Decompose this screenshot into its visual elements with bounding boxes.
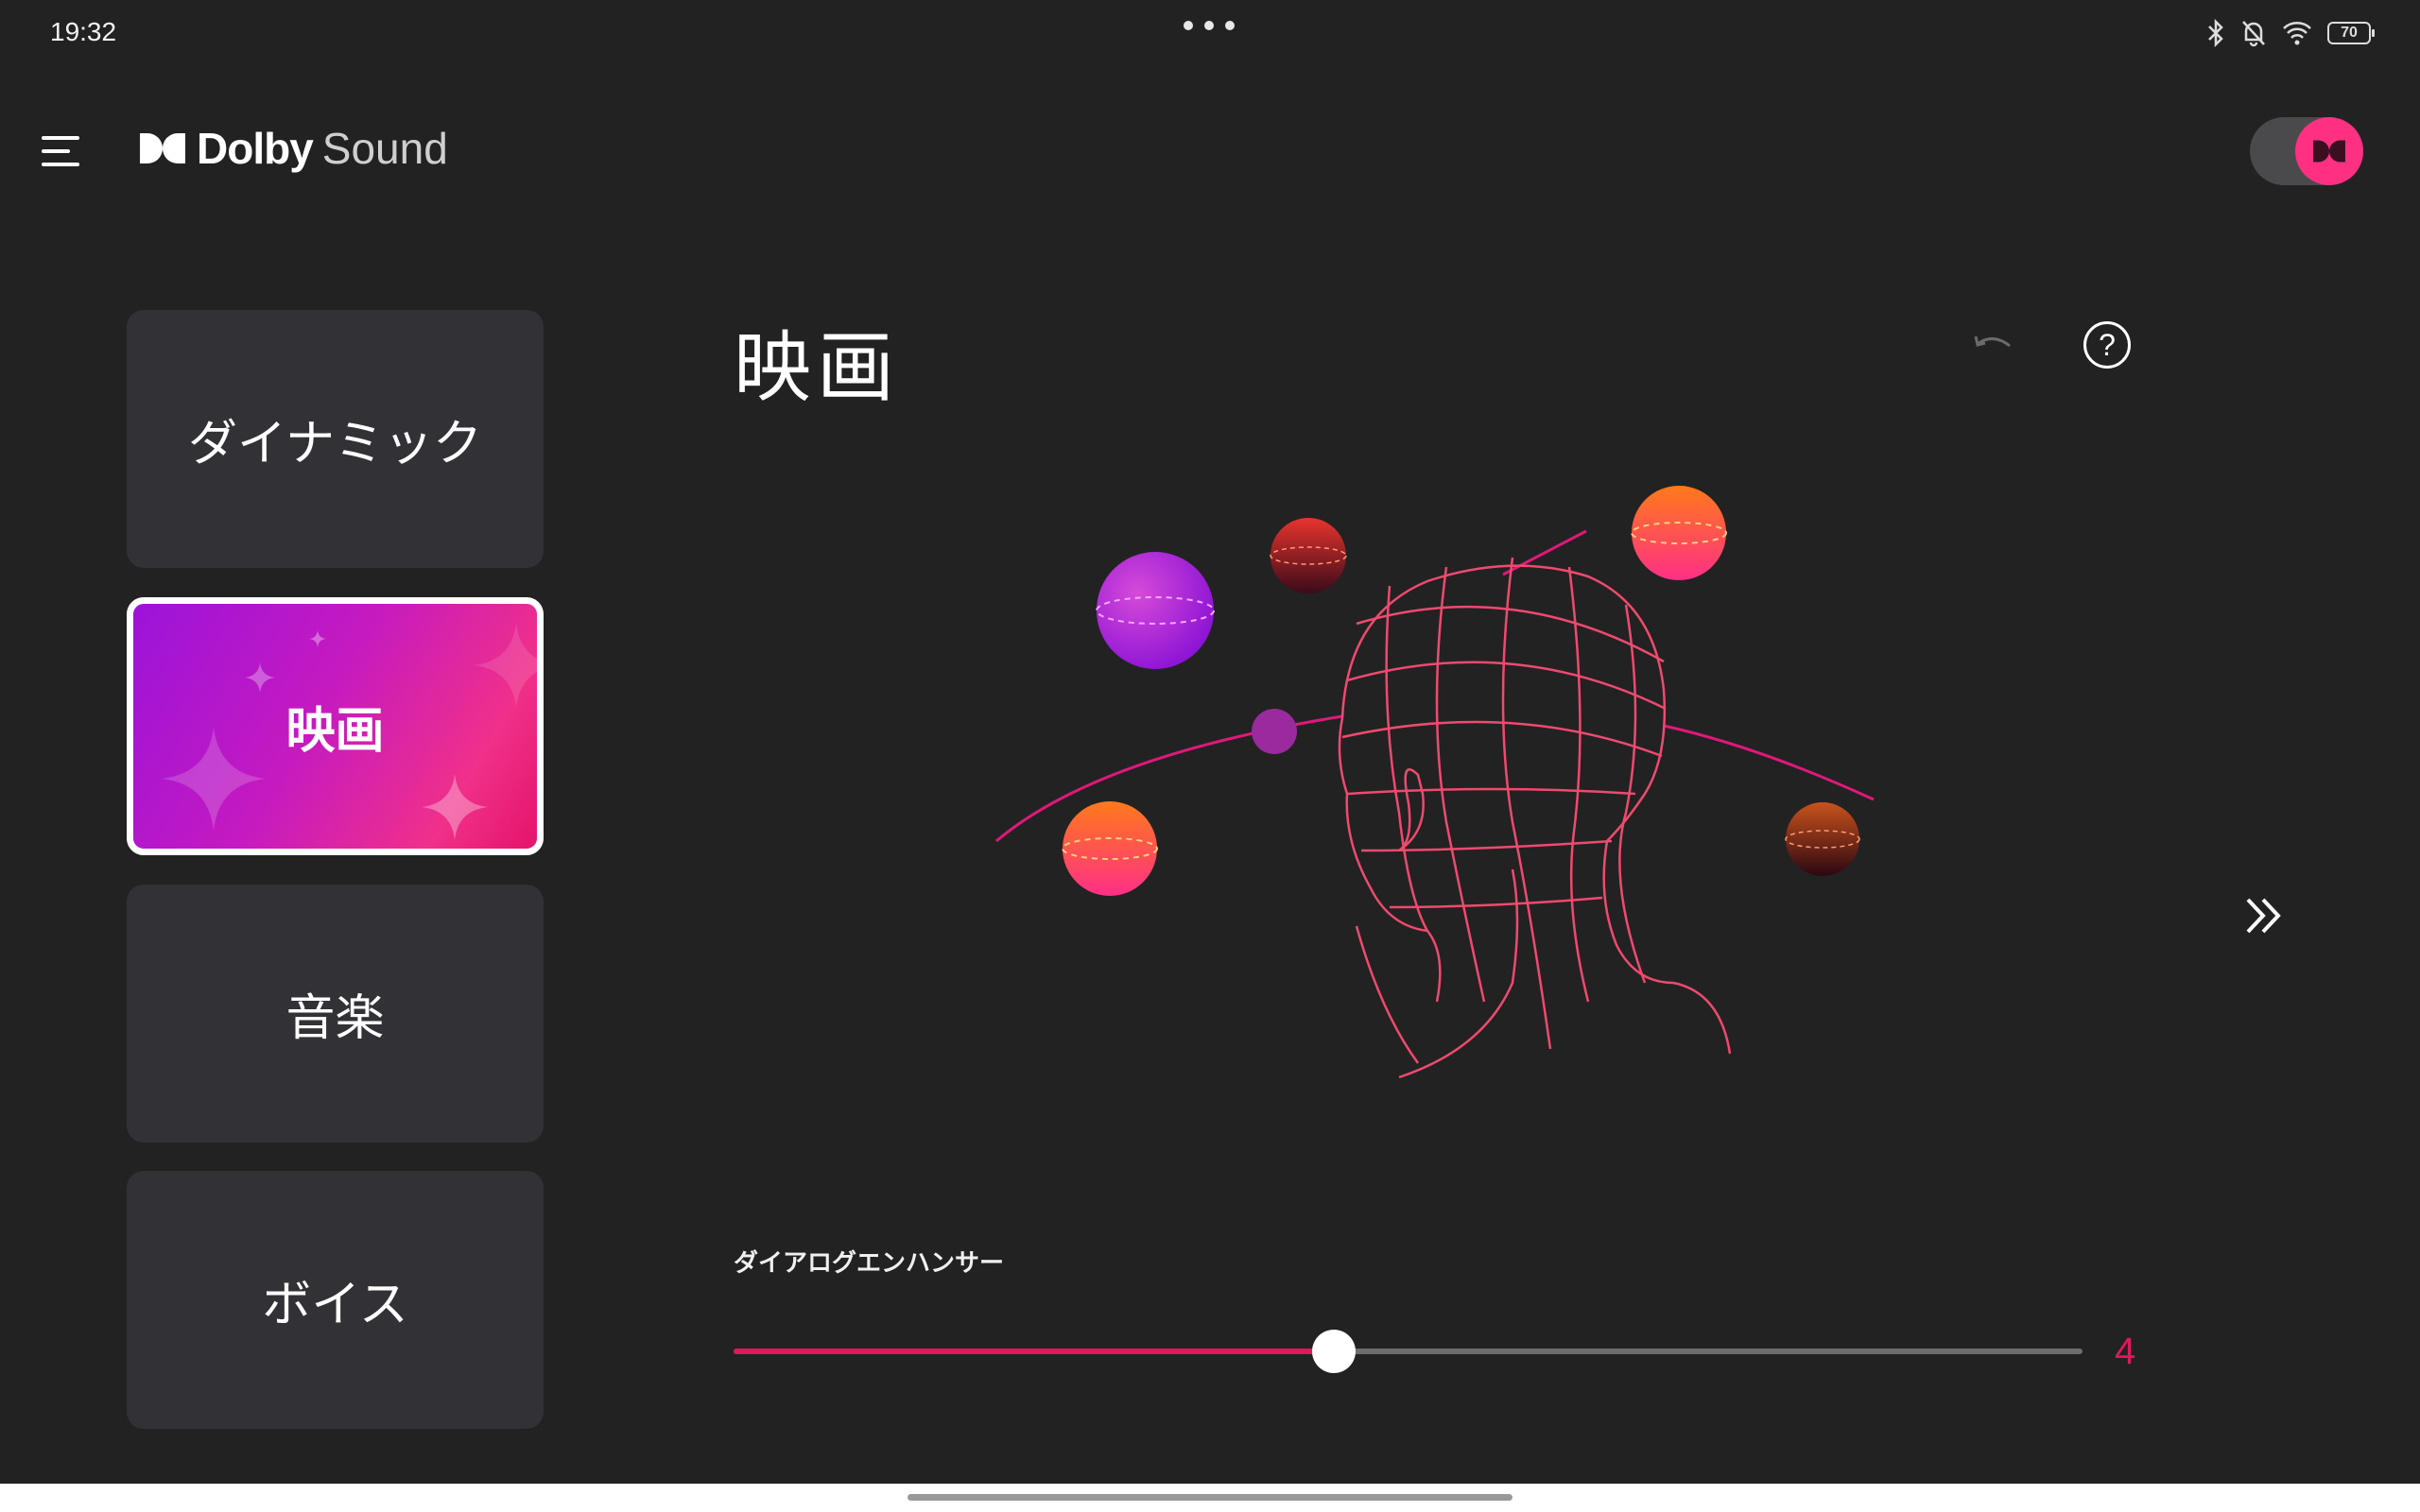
brand-name: Dolby bbox=[197, 124, 314, 173]
more-dots-icon[interactable] bbox=[1184, 21, 1235, 30]
bluetooth-icon bbox=[2208, 19, 2223, 47]
sparkle-icon bbox=[162, 727, 266, 831]
sparkle-icon bbox=[422, 774, 488, 840]
profile-card-dynamic[interactable]: ダイナミック bbox=[127, 310, 544, 568]
slider-fill bbox=[734, 1349, 1334, 1354]
double-chevron-right-icon[interactable] bbox=[2240, 892, 2288, 939]
sound-sphere bbox=[1252, 709, 1297, 754]
menu-icon[interactable] bbox=[38, 132, 85, 170]
dialogue-enhancer-slider[interactable] bbox=[734, 1330, 2083, 1373]
sound-sphere bbox=[1270, 518, 1346, 593]
wifi-icon bbox=[2283, 22, 2311, 45]
toggle-knob bbox=[2295, 117, 2363, 185]
dolby-brand: Dolby Sound bbox=[138, 123, 448, 174]
slider-thumb[interactable] bbox=[1312, 1330, 1356, 1373]
dialogue-enhancer-value: 4 bbox=[2115, 1331, 2136, 1372]
profile-card-movie[interactable]: 映画 bbox=[127, 597, 544, 855]
undo-icon[interactable] bbox=[1972, 331, 2015, 359]
battery-icon: 70 bbox=[2327, 22, 2375, 44]
sound-sphere bbox=[1786, 802, 1859, 876]
profile-card-voice[interactable]: ボイス bbox=[127, 1171, 544, 1429]
sparkle-icon bbox=[309, 630, 326, 647]
dolby-logo-icon bbox=[2313, 140, 2345, 163]
dolby-master-toggle[interactable] bbox=[2250, 117, 2363, 185]
page-title: 映画 bbox=[734, 323, 901, 413]
home-handle[interactable] bbox=[908, 1494, 1512, 1501]
profile-label: ボイス bbox=[262, 1277, 408, 1333]
profile-label: 音楽 bbox=[285, 990, 385, 1047]
dialogue-enhancer-label: ダイアログエンハンサー bbox=[734, 1249, 1005, 1278]
sound-sphere bbox=[1063, 801, 1157, 896]
bell-off-icon bbox=[2242, 21, 2265, 47]
brand-sub: Sound bbox=[321, 124, 448, 173]
status-icons: 70 bbox=[2206, 19, 2375, 47]
spatial-audio-illustration bbox=[995, 486, 1875, 1079]
profile-label: 映画 bbox=[285, 703, 385, 760]
profile-label: ダイナミック bbox=[188, 416, 482, 472]
profile-card-music[interactable]: 音楽 bbox=[127, 885, 544, 1143]
dolby-logo-icon bbox=[140, 133, 185, 163]
sparkle-icon bbox=[245, 662, 275, 693]
sparkle-icon bbox=[474, 623, 537, 708]
help-icon[interactable]: ? bbox=[2083, 321, 2131, 369]
sound-sphere bbox=[1632, 486, 1726, 580]
status-time: 19:32 bbox=[50, 17, 117, 46]
sound-sphere bbox=[1097, 552, 1214, 669]
